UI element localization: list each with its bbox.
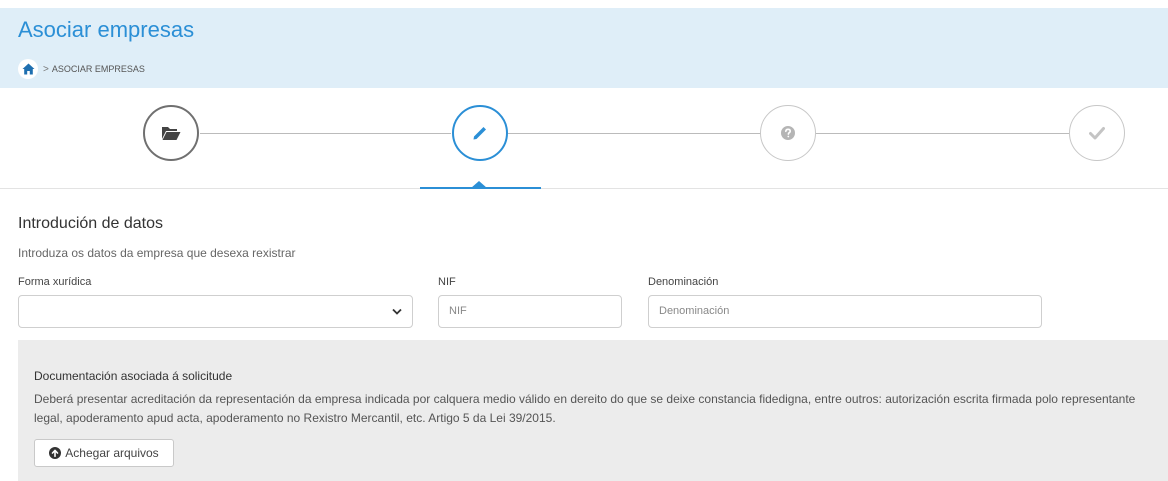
- active-step-arrow: [471, 181, 487, 188]
- section-title: Introdución de datos: [18, 215, 163, 232]
- upload-circle-icon: [49, 447, 62, 459]
- nif-label: NIF: [438, 276, 456, 288]
- forma-xuridica-label: Forma xurídica: [18, 276, 92, 288]
- section-description: Introduza os datos da empresa que desexa…: [18, 246, 296, 260]
- documentation-text: Deberá presentar acreditación da represe…: [34, 392, 1136, 425]
- step-connector: [200, 133, 451, 134]
- breadcrumb: > ASOCIAR EMPRESAS: [18, 59, 145, 79]
- forma-xuridica-select[interactable]: [18, 295, 413, 328]
- step-1[interactable]: [143, 105, 199, 161]
- attach-files-label: Achegar arquivos: [65, 446, 159, 460]
- step-3[interactable]: [760, 105, 816, 161]
- home-icon: [22, 63, 34, 75]
- step-2[interactable]: [452, 105, 508, 161]
- denominacion-input[interactable]: Denominación: [648, 295, 1042, 328]
- step-connector: [816, 133, 1069, 134]
- denominacion-label: Denominación: [648, 276, 719, 288]
- folder-open-icon: [162, 127, 181, 140]
- step-4[interactable]: [1069, 105, 1125, 161]
- breadcrumb-separator: >: [43, 63, 49, 75]
- attach-files-button[interactable]: Achegar arquivos: [34, 439, 174, 467]
- documentation-title: Documentación asociada á solicitude: [34, 369, 233, 383]
- nif-input[interactable]: NIF: [438, 295, 622, 328]
- breadcrumb-current: ASOCIAR EMPRESAS: [51, 64, 145, 74]
- step-connector: [508, 133, 761, 134]
- denominacion-placeholder: Denominación: [659, 305, 730, 317]
- question-circle-icon: [781, 126, 795, 140]
- page-title: Asociar empresas: [18, 17, 195, 42]
- chevron-down-icon: [392, 308, 402, 315]
- documentation-panel: Documentación asociada á solicitude Debe…: [18, 340, 1168, 481]
- nif-placeholder: NIF: [449, 305, 467, 317]
- check-icon: [1089, 127, 1105, 140]
- home-link[interactable]: [18, 59, 38, 79]
- stepper-divider: [0, 188, 1168, 189]
- page-header: Asociar empresas > ASOCIAR EMPRESAS: [0, 8, 1168, 88]
- wizard-stepper: [0, 88, 1168, 190]
- pencil-icon: [473, 127, 486, 140]
